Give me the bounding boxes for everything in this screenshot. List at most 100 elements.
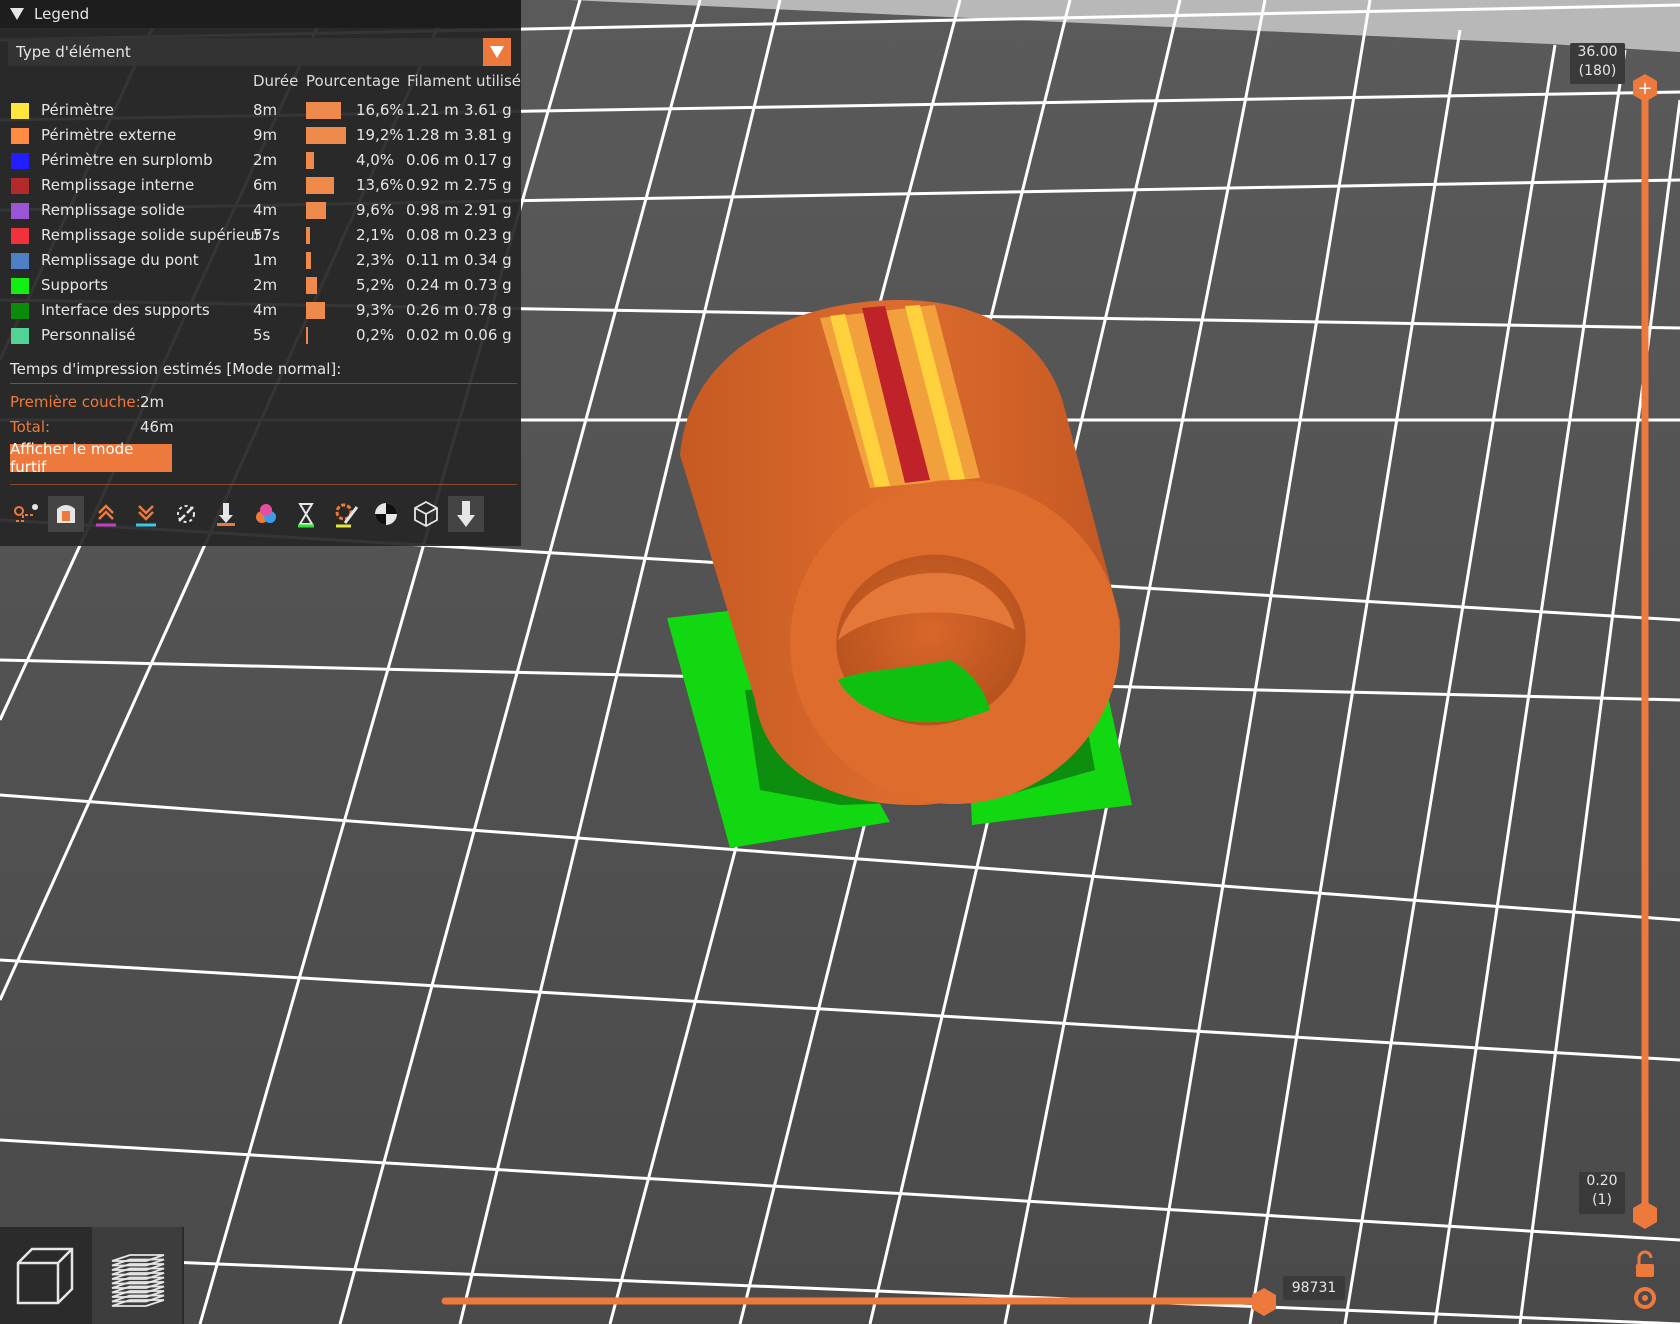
feature-percentage: 16,6% — [356, 101, 404, 119]
upper-height: 36.00 — [1577, 44, 1618, 60]
feature-percentage: 2,3% — [356, 251, 395, 269]
percentage-bar — [306, 252, 311, 269]
feature-weight: 3.61 g — [464, 101, 512, 119]
feature-length: 0.24 m — [406, 276, 459, 294]
feature-name: Interface des supports — [41, 301, 210, 319]
feature-name: Remplissage interne — [41, 176, 195, 194]
deretractions-icon[interactable] — [128, 496, 164, 532]
color-changes-icon[interactable] — [248, 496, 284, 532]
feature-weight: 0.17 g — [464, 151, 512, 169]
col-header-percentage: Pourcentage — [306, 72, 400, 90]
feature-percentage: 13,6% — [356, 176, 404, 194]
feature-name: Périmètre — [41, 101, 114, 119]
separator — [10, 484, 517, 485]
feature-length: 1.28 m — [406, 126, 459, 144]
3d-view-icon[interactable] — [0, 1227, 90, 1324]
view-type-select[interactable]: Type d'élément — [8, 38, 511, 66]
feature-weight: 3.81 g — [464, 126, 512, 144]
feature-duration: 57s — [253, 226, 280, 244]
feature-weight: 2.75 g — [464, 176, 512, 194]
dropdown-arrow-icon[interactable] — [483, 38, 511, 66]
travel-icon[interactable] — [8, 496, 44, 532]
legend-row[interactable]: Remplissage interne 6m 13,6% 0.92 m 2.75 g — [0, 173, 521, 198]
feature-length: 0.92 m — [406, 176, 459, 194]
percentage-bar — [306, 202, 326, 219]
legend-row[interactable]: Remplissage solide 4m 9,6% 0.98 m 2.91 g — [0, 198, 521, 223]
color-swatch — [11, 103, 29, 119]
percentage-bar — [306, 302, 325, 319]
feature-duration: 2m — [253, 151, 278, 169]
feature-weight: 0.23 g — [464, 226, 512, 244]
color-swatch — [11, 303, 29, 319]
color-swatch — [11, 228, 29, 244]
feature-name: Remplissage du pont — [41, 251, 199, 269]
legend-row[interactable]: Remplissage du pont 1m 2,3% 0.11 m 0.34 g — [0, 248, 521, 273]
first-layer-label: Première couche: — [10, 393, 141, 411]
legend-header[interactable]: Legend — [0, 0, 521, 28]
feature-duration: 4m — [253, 201, 278, 219]
feature-percentage: 19,2% — [356, 126, 404, 144]
feature-weight: 0.34 g — [464, 251, 512, 269]
lower-height: 0.20 — [1586, 1173, 1618, 1189]
first-layer-value: 2m — [140, 393, 165, 411]
pause-prints-icon[interactable] — [288, 496, 324, 532]
percentage-bar — [306, 277, 317, 294]
feature-weight: 0.06 g — [464, 326, 512, 344]
feature-duration: 2m — [253, 276, 278, 294]
custom-gcodes-icon[interactable] — [328, 496, 364, 532]
total-value: 46m — [140, 418, 174, 436]
retractions-icon[interactable] — [88, 496, 124, 532]
percentage-bar — [306, 127, 346, 144]
col-header-duration: Durée — [253, 72, 299, 90]
legend-row[interactable]: Périmètre externe 9m 19,2% 1.28 m 3.81 g — [0, 123, 521, 148]
feature-length: 0.02 m — [406, 326, 459, 344]
percentage-bar — [306, 327, 308, 344]
legend-row[interactable]: Supports 2m 5,2% 0.24 m 0.73 g — [0, 273, 521, 298]
feature-name: Supports — [41, 276, 109, 294]
feature-name: Périmètre externe — [41, 126, 177, 144]
feature-length: 0.98 m — [406, 201, 459, 219]
lower-value-label: 0.20 (1) — [1579, 1172, 1625, 1214]
legend-row[interactable]: Personnalisé 5s 0,2% 0.02 m 0.06 g — [0, 323, 521, 348]
feature-percentage: 0,2% — [356, 326, 395, 344]
legend-row[interactable]: Périmètre 8m 16,6% 1.21 m 3.61 g — [0, 98, 521, 123]
legend-row[interactable]: Remplissage solide supérieur 57s 2,1% 0.08 … — [0, 223, 521, 248]
feature-length: 0.26 m — [406, 301, 459, 319]
legend-title: Legend — [34, 5, 90, 23]
move-value-label: 98731 — [1283, 1276, 1345, 1300]
view-type-value: Type d'élément — [16, 43, 131, 61]
upper-layer-number: (180) — [1578, 63, 1617, 79]
separator — [10, 383, 517, 384]
stealth-mode-button[interactable]: Afficher le mode furtif — [10, 440, 172, 476]
lower-layer-number: (1) — [1592, 1192, 1612, 1208]
feature-length: 0.06 m — [406, 151, 459, 169]
tool-changes-icon[interactable] — [208, 496, 244, 532]
color-swatch — [11, 178, 29, 194]
feature-length: 0.08 m — [406, 226, 459, 244]
percentage-bar — [306, 152, 314, 169]
feature-name: Remplissage solide — [41, 201, 185, 219]
feature-name: Personnalisé — [41, 326, 136, 344]
color-swatch — [11, 278, 29, 294]
feature-duration: 1m — [253, 251, 278, 269]
feature-percentage: 9,3% — [356, 301, 395, 319]
feature-duration: 9m — [253, 126, 278, 144]
feature-length: 1.21 m — [406, 101, 459, 119]
preview-layers-icon[interactable] — [92, 1227, 182, 1324]
wipe-icon[interactable] — [48, 496, 84, 532]
percentage-bar — [306, 102, 341, 119]
percentage-bar — [306, 177, 334, 194]
feature-weight: 0.78 g — [464, 301, 512, 319]
feature-percentage: 5,2% — [356, 276, 395, 294]
seams-icon[interactable] — [168, 496, 204, 532]
legend-row[interactable]: Interface des supports 4m 9,3% 0.26 m 0.78 g — [0, 298, 521, 323]
feature-percentage: 4,0% — [356, 151, 395, 169]
feature-duration: 8m — [253, 101, 278, 119]
feature-name: Périmètre en surplomb — [41, 151, 213, 169]
percentage-bar — [306, 227, 310, 244]
legend-row[interactable]: Périmètre en surplomb 2m 4,0% 0.06 m 0.17 g — [0, 148, 521, 173]
color-swatch — [11, 253, 29, 269]
center-of-gravity-icon[interactable] — [368, 496, 404, 532]
tool-marker-icon[interactable] — [448, 496, 484, 532]
shells-icon[interactable] — [408, 496, 444, 532]
